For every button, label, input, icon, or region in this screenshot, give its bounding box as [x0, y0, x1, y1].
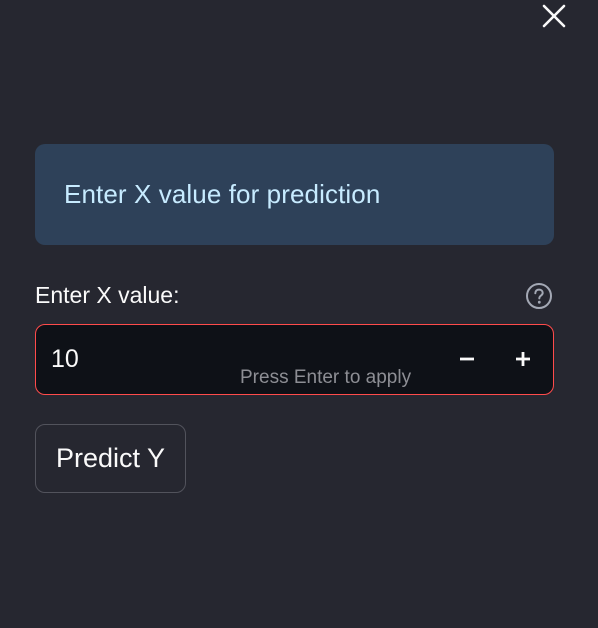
question-circle-icon[interactable] [525, 282, 553, 310]
press-enter-hint: Press Enter to apply [240, 367, 412, 388]
close-icon[interactable] [541, 3, 567, 29]
predict-y-button[interactable]: Predict Y [35, 424, 186, 493]
x-value-number-input[interactable]: 10 Press Enter to apply [35, 324, 554, 395]
minus-icon [460, 357, 474, 361]
info-message: Enter X value for prediction [64, 179, 381, 209]
x-value-field[interactable]: 10 [51, 345, 79, 374]
info-alert: Enter X value for prediction [35, 144, 554, 245]
increment-button[interactable] [495, 325, 551, 393]
decrement-button[interactable] [439, 325, 495, 393]
x-value-label: Enter X value: [35, 282, 180, 308]
plus-icon [516, 352, 530, 366]
